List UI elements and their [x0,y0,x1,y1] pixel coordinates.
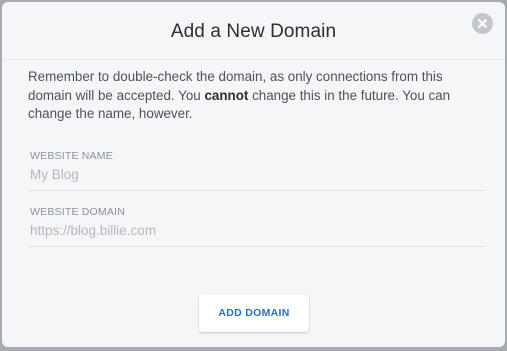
website-name-field-group: WEBSITE NAME [28,150,486,191]
dialog-message: Remember to double-check the domain, as … [28,68,484,124]
add-domain-button[interactable]: ADD DOMAIN [199,294,309,332]
close-icon [478,19,487,28]
close-button[interactable] [472,13,493,34]
website-domain-field-group: WEBSITE DOMAIN [28,206,486,247]
website-name-label: WEBSITE NAME [30,150,113,162]
dialog-header: Add a New Domain [2,2,505,60]
website-domain-label: WEBSITE DOMAIN [30,206,125,218]
add-domain-dialog: Add a New Domain Remember to double-chec… [2,2,505,347]
website-name-input[interactable] [30,164,480,184]
dialog-title: Add a New Domain [170,21,337,42]
website-domain-input[interactable] [30,220,480,240]
message-emphasis: cannot [204,87,249,103]
